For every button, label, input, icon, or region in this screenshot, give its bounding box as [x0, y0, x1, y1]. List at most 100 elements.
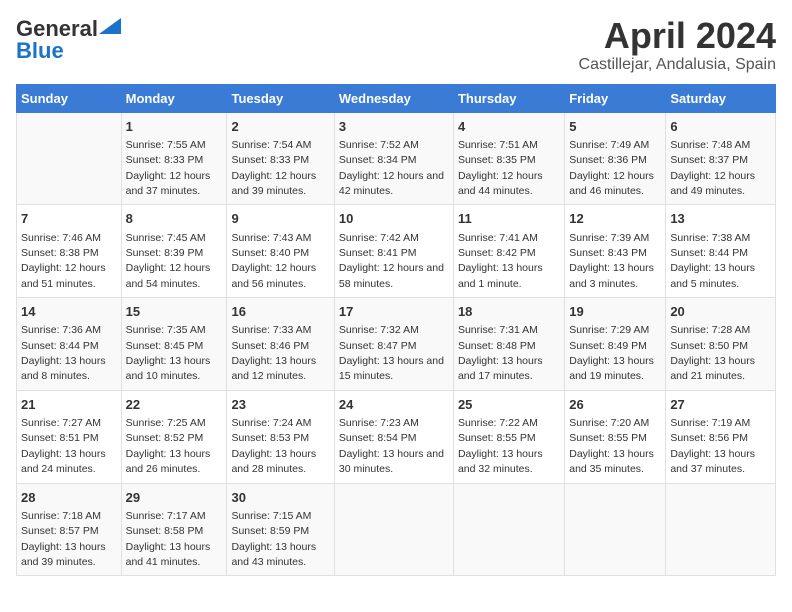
day-daylight: Daylight: 12 hours and 46 minutes. — [569, 170, 654, 197]
day-sunrise: Sunrise: 7:27 AM — [21, 417, 101, 429]
page-header: General Blue April 2024 Castillejar, And… — [16, 16, 776, 74]
day-daylight: Daylight: 13 hours and 1 minute. — [458, 262, 543, 289]
day-sunrise: Sunrise: 7:31 AM — [458, 324, 538, 336]
day-sunset: Sunset: 8:52 PM — [126, 432, 204, 444]
day-sunset: Sunset: 8:33 PM — [126, 154, 204, 166]
day-number: 13 — [670, 210, 771, 228]
day-daylight: Daylight: 12 hours and 42 minutes. — [339, 170, 444, 197]
day-daylight: Daylight: 13 hours and 39 minutes. — [21, 541, 106, 568]
day-sunset: Sunset: 8:44 PM — [21, 340, 99, 352]
calendar-week-row: 1 Sunrise: 7:55 AM Sunset: 8:33 PM Daylight… — [17, 112, 776, 205]
day-number: 18 — [458, 303, 560, 321]
table-row: 6Sunrise: 7:48 AMSunset: 8:37 PMDaylight… — [666, 112, 776, 205]
day-daylight: Daylight: 13 hours and 19 minutes. — [569, 355, 654, 382]
table-row — [17, 112, 122, 205]
day-sunrise: Sunrise: 7:51 AM — [458, 139, 538, 151]
calendar-header-row: Sunday Monday Tuesday Wednesday Thursday… — [17, 84, 776, 112]
header-monday: Monday — [121, 84, 227, 112]
day-number: 11 — [458, 210, 560, 228]
day-sunset: Sunset: 8:37 PM — [670, 154, 748, 166]
day-number: 17 — [339, 303, 449, 321]
day-sunset: Sunset: 8:53 PM — [231, 432, 309, 444]
table-row: 28Sunrise: 7:18 AMSunset: 8:57 PMDayligh… — [17, 483, 122, 576]
table-row: 5Sunrise: 7:49 AMSunset: 8:36 PMDaylight… — [565, 112, 666, 205]
day-sunrise: Sunrise: 7:36 AM — [21, 324, 101, 336]
header-tuesday: Tuesday — [227, 84, 334, 112]
day-sunset: Sunset: 8:51 PM — [21, 432, 99, 444]
day-number: 9 — [231, 210, 329, 228]
day-sunrise: Sunrise: 7:55 AM — [126, 139, 206, 151]
table-row: 20Sunrise: 7:28 AMSunset: 8:50 PMDayligh… — [666, 298, 776, 391]
day-sunrise: Sunrise: 7:39 AM — [569, 232, 649, 244]
logo: General Blue — [16, 16, 121, 64]
day-sunset: Sunset: 8:58 PM — [126, 525, 204, 537]
day-sunrise: Sunrise: 7:19 AM — [670, 417, 750, 429]
table-row: 10Sunrise: 7:42 AMSunset: 8:41 PMDayligh… — [334, 205, 453, 298]
table-row: 25Sunrise: 7:22 AMSunset: 8:55 PMDayligh… — [453, 390, 564, 483]
day-number: 15 — [126, 303, 223, 321]
table-row: 15Sunrise: 7:35 AMSunset: 8:45 PMDayligh… — [121, 298, 227, 391]
table-row — [666, 483, 776, 576]
table-row: 7Sunrise: 7:46 AMSunset: 8:38 PMDaylight… — [17, 205, 122, 298]
day-sunset: Sunset: 8:57 PM — [21, 525, 99, 537]
title-block: April 2024 Castillejar, Andalusia, Spain — [579, 16, 776, 74]
day-daylight: Daylight: 13 hours and 24 minutes. — [21, 448, 106, 475]
day-number: 22 — [126, 396, 223, 414]
day-sunrise: Sunrise: 7:49 AM — [569, 139, 649, 151]
day-number: 26 — [569, 396, 661, 414]
day-daylight: Daylight: 13 hours and 43 minutes. — [231, 541, 316, 568]
day-daylight: Daylight: 13 hours and 32 minutes. — [458, 448, 543, 475]
day-number: 1 — [126, 118, 223, 136]
calendar-subtitle: Castillejar, Andalusia, Spain — [579, 56, 776, 74]
table-row: 3Sunrise: 7:52 AMSunset: 8:34 PMDaylight… — [334, 112, 453, 205]
day-daylight: Daylight: 13 hours and 28 minutes. — [231, 448, 316, 475]
day-daylight: Daylight: 13 hours and 35 minutes. — [569, 448, 654, 475]
header-thursday: Thursday — [453, 84, 564, 112]
day-sunset: Sunset: 8:47 PM — [339, 340, 417, 352]
day-number: 23 — [231, 396, 329, 414]
day-daylight: Daylight: 13 hours and 37 minutes. — [670, 448, 755, 475]
day-number: 6 — [670, 118, 771, 136]
day-sunrise: Sunrise: 7:38 AM — [670, 232, 750, 244]
day-sunset: Sunset: 8:38 PM — [21, 247, 99, 259]
day-daylight: Daylight: 12 hours and 49 minutes. — [670, 170, 755, 197]
day-number: 16 — [231, 303, 329, 321]
day-sunrise: Sunrise: 7:15 AM — [231, 510, 311, 522]
table-row — [453, 483, 564, 576]
day-sunset: Sunset: 8:33 PM — [231, 154, 309, 166]
day-number: 30 — [231, 489, 329, 507]
day-daylight: Daylight: 13 hours and 21 minutes. — [670, 355, 755, 382]
day-daylight: Daylight: 12 hours and 51 minutes. — [21, 262, 106, 289]
table-row: 9Sunrise: 7:43 AMSunset: 8:40 PMDaylight… — [227, 205, 334, 298]
table-row: 27Sunrise: 7:19 AMSunset: 8:56 PMDayligh… — [666, 390, 776, 483]
day-sunset: Sunset: 8:50 PM — [670, 340, 748, 352]
day-sunset: Sunset: 8:39 PM — [126, 247, 204, 259]
day-sunrise: Sunrise: 7:52 AM — [339, 139, 419, 151]
table-row: 12Sunrise: 7:39 AMSunset: 8:43 PMDayligh… — [565, 205, 666, 298]
table-row: 11Sunrise: 7:41 AMSunset: 8:42 PMDayligh… — [453, 205, 564, 298]
day-daylight: Daylight: 13 hours and 5 minutes. — [670, 262, 755, 289]
day-sunset: Sunset: 8:35 PM — [458, 154, 536, 166]
day-daylight: Daylight: 13 hours and 8 minutes. — [21, 355, 106, 382]
day-daylight: Daylight: 13 hours and 41 minutes. — [126, 541, 211, 568]
day-sunrise: Sunrise: 7:32 AM — [339, 324, 419, 336]
calendar-week-row: 28Sunrise: 7:18 AMSunset: 8:57 PMDayligh… — [17, 483, 776, 576]
day-sunrise: Sunrise: 7:42 AM — [339, 232, 419, 244]
day-number: 14 — [21, 303, 117, 321]
day-sunset: Sunset: 8:46 PM — [231, 340, 309, 352]
day-number: 28 — [21, 489, 117, 507]
day-sunrise: Sunrise: 7:28 AM — [670, 324, 750, 336]
header-friday: Friday — [565, 84, 666, 112]
calendar-week-row: 14 Sunrise: 7:36 AM Sunset: 8:44 PM Dayligh… — [17, 298, 776, 391]
day-number: 7 — [21, 210, 117, 228]
day-sunrise: Sunrise: 7:54 AM — [231, 139, 311, 151]
calendar-title: April 2024 — [579, 16, 776, 56]
day-number: 2 — [231, 118, 329, 136]
day-number: 10 — [339, 210, 449, 228]
day-number: 12 — [569, 210, 661, 228]
day-daylight: Daylight: 13 hours and 30 minutes. — [339, 448, 444, 475]
day-sunset: Sunset: 8:48 PM — [458, 340, 536, 352]
logo-arrow-icon — [99, 18, 121, 34]
calendar-week-row: 7Sunrise: 7:46 AMSunset: 8:38 PMDaylight… — [17, 205, 776, 298]
day-sunset: Sunset: 8:44 PM — [670, 247, 748, 259]
